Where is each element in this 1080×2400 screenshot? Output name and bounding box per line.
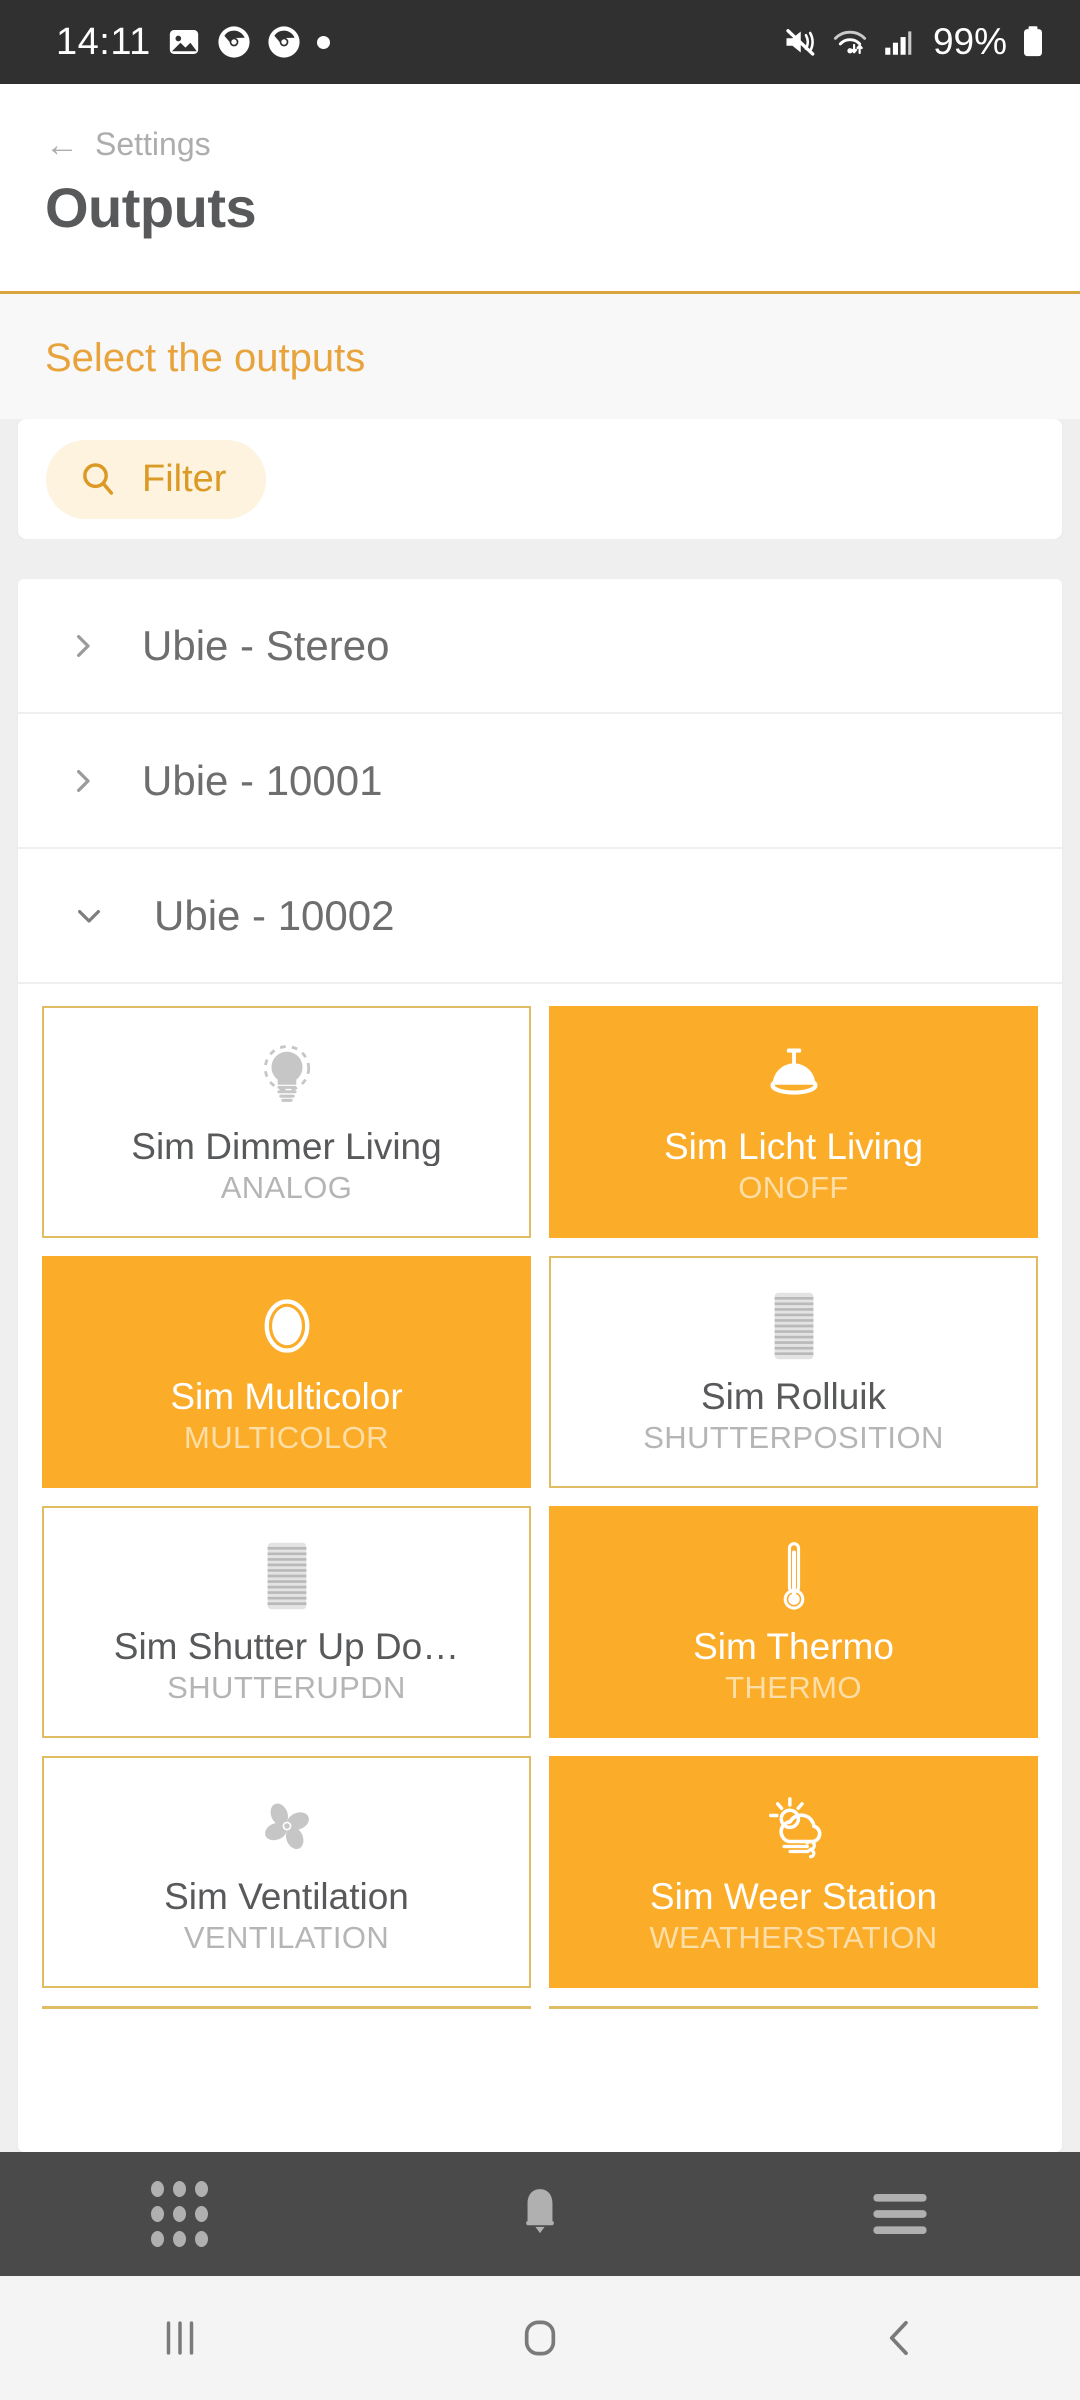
recents-icon bbox=[166, 2321, 194, 2355]
page-header: ← Settings Outputs bbox=[0, 84, 1080, 294]
content-spacer bbox=[0, 539, 1080, 579]
output-tile[interactable]: Sim Ventilation VENTILATION bbox=[42, 1756, 531, 1988]
lightbulb-icon bbox=[256, 1038, 318, 1114]
output-tile[interactable]: Sim Shutter Up Do… SHUTTERUPDN bbox=[42, 1506, 531, 1738]
output-name: Sim Licht Living bbox=[663, 1127, 924, 1167]
output-name: Sim Weer Station bbox=[649, 1877, 938, 1917]
output-type: MULTICOLOR bbox=[184, 1420, 389, 1456]
chevron-right-icon bbox=[68, 624, 98, 668]
section-title: Select the outputs bbox=[0, 294, 1080, 419]
apps-grid-icon bbox=[151, 2181, 209, 2247]
output-type: ANALOG bbox=[220, 1170, 353, 1206]
status-clock: 14:11 bbox=[56, 20, 151, 63]
filter-chip[interactable]: Filter bbox=[46, 439, 267, 519]
output-tile[interactable]: Sim Thermo THERMO bbox=[549, 1506, 1038, 1738]
output-tile[interactable]: Sim Multicolor MULTICOLOR bbox=[42, 1256, 531, 1488]
app-bottom-nav bbox=[0, 2152, 1080, 2276]
outputs-grid-next-row bbox=[18, 1988, 1062, 2034]
back-icon bbox=[889, 2320, 908, 2356]
outputs-list-card: Ubie - Stereo Ubie - 10001 Ubie - 10002 … bbox=[18, 579, 1062, 2152]
recents-button[interactable] bbox=[2, 2276, 358, 2400]
output-tile[interactable]: Sim Licht Living ONOFF bbox=[549, 1006, 1038, 1238]
back-arrow-icon: ← bbox=[45, 125, 79, 164]
breadcrumb-label: Settings bbox=[95, 126, 211, 162]
android-nav-bar bbox=[0, 2276, 1080, 2400]
chrome-icon bbox=[268, 26, 300, 58]
color-circle-icon bbox=[255, 1288, 319, 1364]
blind-icon bbox=[264, 1538, 310, 1614]
menu-button[interactable] bbox=[722, 2152, 1078, 2276]
apps-grid-button[interactable] bbox=[2, 2152, 358, 2276]
image-icon bbox=[169, 29, 198, 55]
output-tile[interactable]: Sim Dimmer Living ANALOG bbox=[42, 1006, 531, 1238]
output-type: WEATHERSTATION bbox=[649, 1920, 938, 1956]
output-tile[interactable]: Sim Weer Station WEATHERSTATION bbox=[549, 1756, 1038, 1988]
output-tile[interactable]: Sim Rolluik SHUTTERPOSITION bbox=[549, 1256, 1038, 1488]
page-title: Outputs bbox=[45, 176, 257, 239]
output-tile[interactable] bbox=[549, 2006, 1038, 2034]
output-name: Sim Dimmer Living bbox=[131, 1127, 442, 1167]
menu-icon bbox=[873, 2193, 927, 2235]
outputs-grid: Sim Dimmer Living ANALOG Sim Licht Livin… bbox=[18, 984, 1062, 1988]
chrome-icon bbox=[218, 26, 250, 58]
notifications-button[interactable] bbox=[362, 2152, 718, 2276]
status-bar-right: 99% bbox=[782, 21, 1046, 63]
battery-icon bbox=[1024, 26, 1042, 57]
phone-screen: 14:11 99% ← Settings Outputs Select the … bbox=[0, 0, 1080, 2400]
output-name: Sim Ventilation bbox=[164, 1877, 409, 1917]
bell-icon bbox=[526, 2189, 554, 2234]
group-row-ubie-stereo[interactable]: Ubie - Stereo bbox=[18, 579, 1062, 714]
mute-icon bbox=[786, 29, 815, 56]
breadcrumb-back[interactable]: ← Settings bbox=[45, 126, 1080, 163]
content-area: Select the outputs Filter Ubie - Stereo bbox=[0, 294, 1080, 2152]
group-label: Ubie - 10002 bbox=[154, 891, 395, 939]
blind-icon bbox=[771, 1288, 817, 1364]
home-icon bbox=[524, 2320, 556, 2356]
output-type: SHUTTERUPDN bbox=[167, 1670, 406, 1706]
output-type: SHUTTERPOSITION bbox=[643, 1420, 944, 1456]
status-bar-left: 14:11 bbox=[56, 21, 330, 64]
output-name: Sim Multicolor bbox=[170, 1377, 403, 1417]
chevron-down-icon bbox=[68, 901, 110, 931]
back-button[interactable] bbox=[722, 2276, 1078, 2400]
pendant-lamp-icon bbox=[761, 1038, 827, 1114]
wifi-icon bbox=[833, 30, 867, 55]
filter-label: Filter bbox=[142, 457, 227, 500]
output-type: THERMO bbox=[725, 1670, 862, 1706]
group-row-ubie-10002[interactable]: Ubie - 10002 bbox=[18, 849, 1062, 984]
output-name: Sim Thermo bbox=[693, 1627, 894, 1667]
output-name: Sim Shutter Up Do… bbox=[113, 1627, 460, 1667]
status-bar: 14:11 99% bbox=[0, 0, 1080, 84]
output-type: ONOFF bbox=[738, 1170, 849, 1206]
output-tile[interactable] bbox=[42, 2006, 531, 2034]
weather-icon bbox=[758, 1788, 830, 1864]
group-label: Ubie - Stereo bbox=[142, 621, 390, 669]
signal-icon bbox=[885, 31, 912, 55]
battery-percent: 99% bbox=[932, 21, 1007, 62]
home-button[interactable] bbox=[362, 2276, 718, 2400]
filter-card: Filter bbox=[18, 419, 1062, 539]
dot-icon bbox=[316, 35, 330, 49]
chevron-right-icon bbox=[68, 759, 98, 803]
fan-icon bbox=[254, 1788, 320, 1864]
output-type: VENTILATION bbox=[183, 1920, 390, 1956]
output-name: Sim Rolluik bbox=[700, 1377, 887, 1417]
group-row-ubie-10001[interactable]: Ubie - 10001 bbox=[18, 714, 1062, 849]
thermometer-icon bbox=[777, 1538, 811, 1614]
search-icon bbox=[83, 463, 114, 495]
group-label: Ubie - 10001 bbox=[142, 756, 383, 804]
